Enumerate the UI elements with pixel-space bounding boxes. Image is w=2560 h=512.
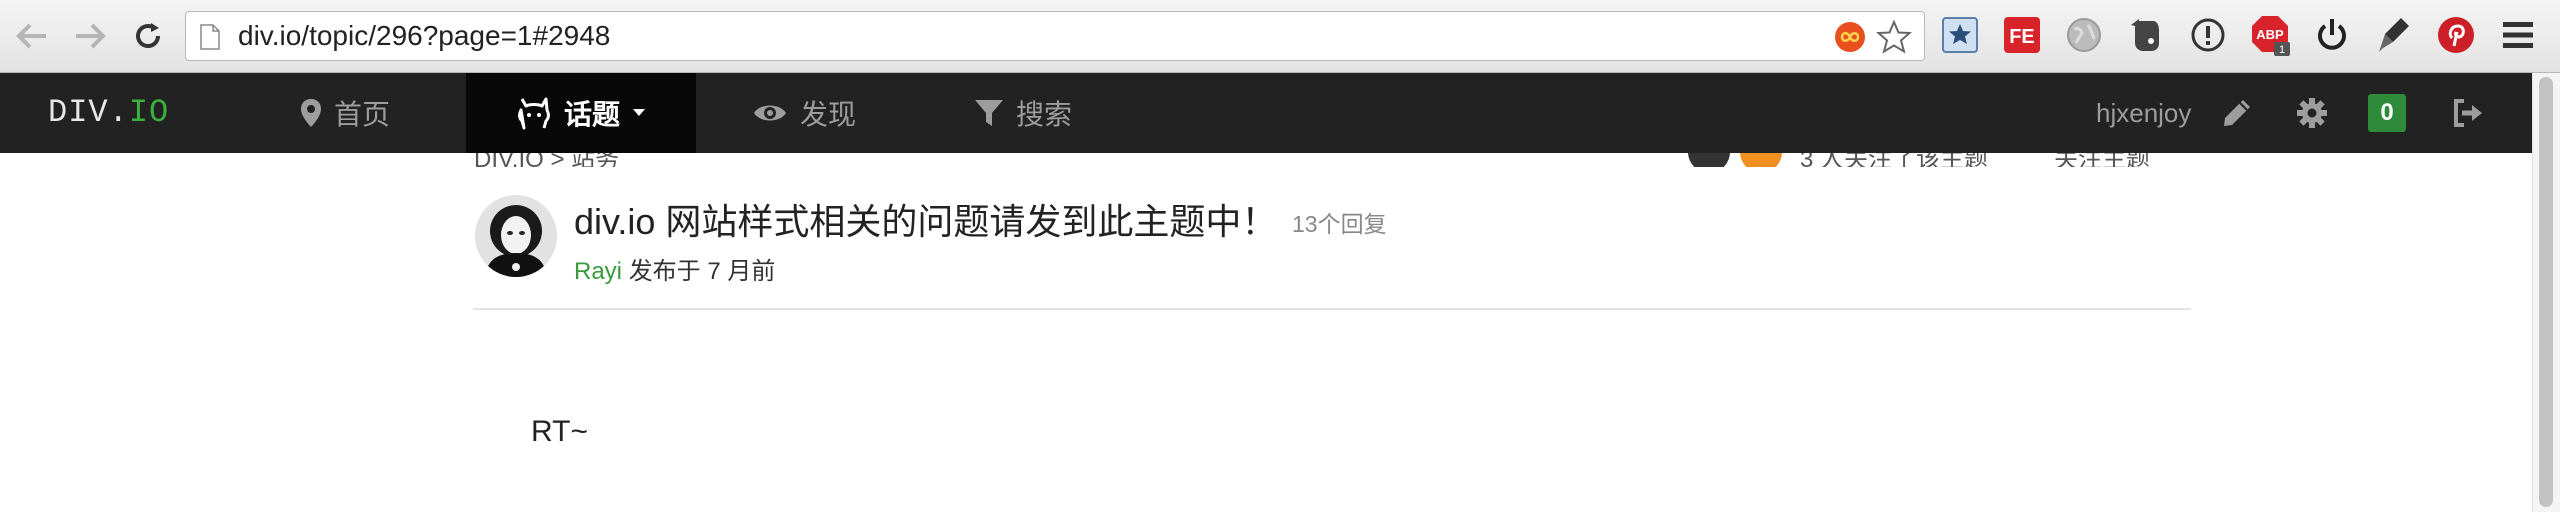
map-marker-icon <box>301 99 321 127</box>
pinterest-icon[interactable] <box>2436 15 2476 55</box>
infinity-extension-icon[interactable] <box>1834 21 1866 53</box>
nav-topics[interactable]: 话题 <box>466 73 696 153</box>
bookmark-manager-icon[interactable] <box>1940 15 1980 55</box>
power-icon[interactable] <box>2312 15 2352 55</box>
logo-accent: IO <box>128 94 170 131</box>
pen-nib-icon[interactable] <box>2374 15 2414 55</box>
nav-search-label: 搜索 <box>1016 99 1073 130</box>
notification-badge: 0 <box>2368 94 2406 132</box>
logout-link[interactable] <box>2452 73 2484 153</box>
avatar[interactable] <box>475 195 557 277</box>
posted-time: 发布于 7 月前 <box>628 258 776 285</box>
reload-icon[interactable] <box>128 16 168 56</box>
nav-home-label: 首页 <box>334 99 391 130</box>
address-url[interactable]: div.io/topic/296?page=1#2948 <box>238 12 610 60</box>
extensions-bar: FE ABP 1 <box>1940 10 2538 60</box>
nav-discover[interactable]: 发现 <box>752 73 892 153</box>
octocat-icon <box>518 97 550 130</box>
browser-nav <box>12 14 168 58</box>
address-bar[interactable]: div.io/topic/296?page=1#2948 <box>185 11 1925 61</box>
gear-icon <box>2297 98 2327 128</box>
settings-link[interactable] <box>2296 73 2328 153</box>
follower-avatar[interactable] <box>1740 153 1782 167</box>
topic-meta: Rayi 发布于 7 月前 <box>574 251 775 286</box>
scrolled-header-strip: DIV.IO > 站务 3 人关注了该主题 关注主题 <box>0 153 2532 167</box>
browser-menu-icon[interactable] <box>2498 15 2538 55</box>
globe-icon[interactable] <box>2064 15 2104 55</box>
eye-icon <box>754 105 786 121</box>
follower-avatar[interactable] <box>1688 153 1730 167</box>
followers-count: 3 人关注了该主题 <box>1800 153 1989 167</box>
forward-arrow-icon[interactable] <box>70 16 110 56</box>
nav-home[interactable]: 首页 <box>300 73 410 153</box>
scrollbar-thumb[interactable] <box>2539 77 2553 507</box>
breadcrumb[interactable]: DIV.IO > 站务 <box>474 153 619 167</box>
fe-extension-icon[interactable]: FE <box>2002 15 2042 55</box>
sign-out-icon <box>2454 99 2482 127</box>
page-icon <box>200 24 220 50</box>
divider <box>473 308 2191 310</box>
svg-text:1: 1 <box>2279 44 2285 56</box>
topic-body: RT~ <box>531 415 588 448</box>
browser-toolbar: div.io/topic/296?page=1#2948 FE ABP 1 <box>0 0 2560 73</box>
adblock-plus-icon[interactable]: ABP 1 <box>2250 15 2290 56</box>
site-navbar: DIV.IO 首页 话题 发现 搜索 hjxenjoy 0 <box>0 73 2532 153</box>
bookmark-star-icon[interactable] <box>1876 19 1912 55</box>
topic-page: DIV.IO > 站务 3 人关注了该主题 关注主题 div.io 网站样式相关… <box>0 153 2532 512</box>
user-menu: hjxenjoy <box>2096 73 2191 153</box>
follow-topic-button[interactable]: 关注主题 <box>2054 153 2150 167</box>
nav-discover-label: 发现 <box>800 99 857 130</box>
site-logo[interactable]: DIV.IO <box>48 73 169 153</box>
nav-topics-label: 话题 <box>563 99 620 130</box>
new-post-link[interactable] <box>2222 73 2252 153</box>
username-link[interactable]: hjxenjoy <box>2096 98 2191 129</box>
notifications-link[interactable]: 0 <box>2368 73 2406 153</box>
author-link[interactable]: Rayi <box>574 258 622 285</box>
svg-text:ABP: ABP <box>2256 27 2284 42</box>
caret-down-icon <box>633 109 645 116</box>
pencil-icon <box>2224 100 2250 126</box>
back-arrow-icon[interactable] <box>12 16 52 56</box>
nav-search[interactable]: 搜索 <box>974 73 1104 153</box>
svg-text:FE: FE <box>2009 26 2035 48</box>
evernote-icon[interactable] <box>2126 15 2166 55</box>
logo-text: DIV. <box>48 94 129 131</box>
topic-title: div.io 网站样式相关的问题请发到此主题中！ <box>574 201 1278 242</box>
filter-icon <box>975 100 1003 126</box>
info-circle-icon[interactable] <box>2188 15 2228 55</box>
reply-count: 13个回复 <box>1292 211 1387 237</box>
scrollbar[interactable] <box>2532 73 2560 512</box>
